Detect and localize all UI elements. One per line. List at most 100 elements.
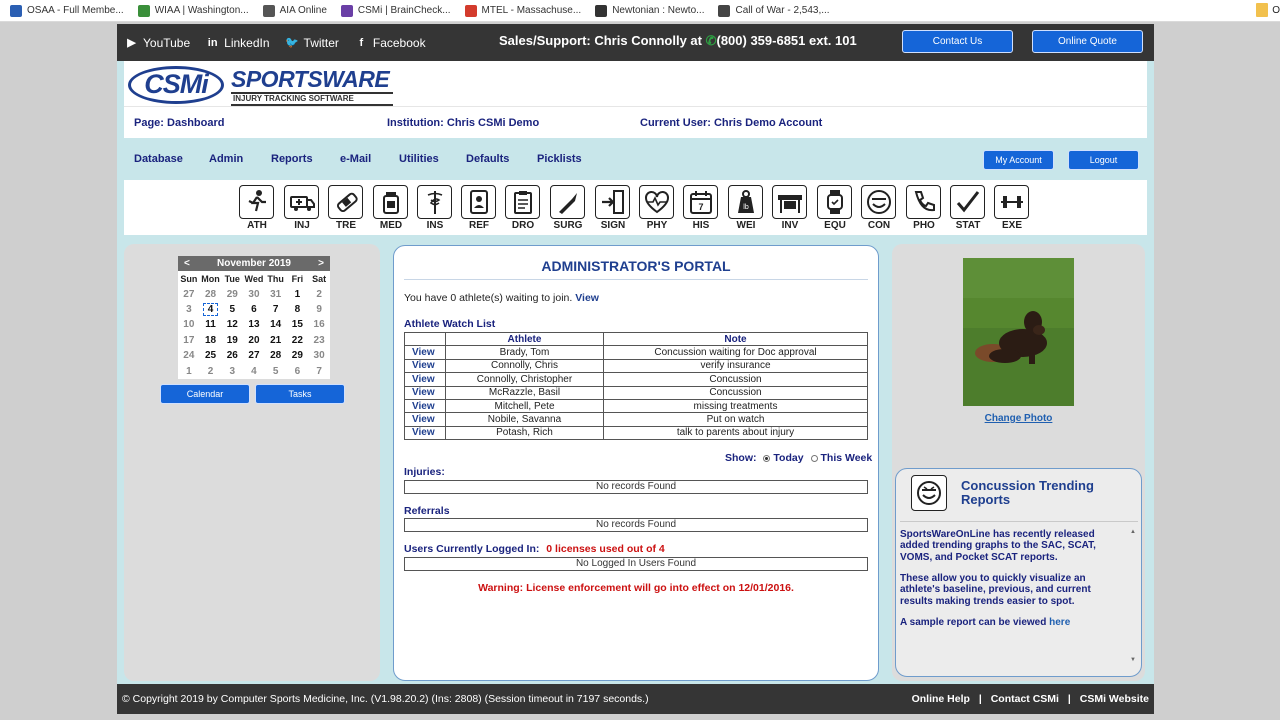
csmi-logo[interactable]: CSMi xyxy=(128,66,224,104)
view-link[interactable]: View xyxy=(404,372,446,387)
view-link[interactable]: View xyxy=(404,345,446,360)
calendar-day[interactable]: 14 xyxy=(265,317,287,332)
bookmark-item[interactable]: CSMi | BrainCheck... xyxy=(340,4,451,17)
calendar-day[interactable]: 5 xyxy=(221,302,243,317)
change-photo-link[interactable]: Change Photo xyxy=(963,413,1074,424)
nav-database[interactable]: Database xyxy=(134,153,183,165)
module-dro-button[interactable]: DRO xyxy=(505,185,541,231)
calendar-prev-button[interactable]: < xyxy=(184,258,190,269)
calendar-day[interactable]: 20 xyxy=(243,333,265,348)
this-week-radio[interactable] xyxy=(810,454,818,462)
trend-here-link[interactable]: here xyxy=(1049,617,1070,628)
module-wei-button[interactable]: lb WEI xyxy=(728,185,764,231)
calendar-day[interactable]: 24 xyxy=(178,348,200,363)
calendar-day[interactable]: 11 xyxy=(200,317,222,332)
calendar-day[interactable]: 6 xyxy=(243,302,265,317)
nav-reports[interactable]: Reports xyxy=(271,153,313,165)
calendar-button[interactable]: Calendar xyxy=(160,384,250,404)
module-equ-button[interactable]: EQU xyxy=(817,185,853,231)
my-account-button[interactable]: My Account xyxy=(983,150,1054,170)
calendar-day[interactable]: 21 xyxy=(265,333,287,348)
bookmark-item[interactable]: OSAA - Full Membe... xyxy=(10,4,124,17)
calendar-day[interactable]: 29 xyxy=(287,348,309,363)
nav-utilities[interactable]: Utilities xyxy=(399,153,439,165)
calendar-day-selected[interactable]: 4 xyxy=(200,302,222,317)
online-help-link[interactable]: Online Help xyxy=(912,693,970,705)
calendar-day[interactable]: 6 xyxy=(287,363,309,378)
social-link-facebook[interactable]: f Facebook xyxy=(355,36,426,50)
calendar-day[interactable]: 17 xyxy=(178,333,200,348)
module-surg-button[interactable]: SURG xyxy=(550,185,586,231)
nav-picklists[interactable]: Picklists xyxy=(537,153,582,165)
calendar-day[interactable]: 23 xyxy=(308,333,330,348)
calendar-day[interactable]: 18 xyxy=(200,333,222,348)
calendar-day[interactable]: 28 xyxy=(265,348,287,363)
calendar-day[interactable]: 7 xyxy=(308,363,330,378)
calendar-day[interactable]: 22 xyxy=(287,333,309,348)
calendar-day[interactable]: 25 xyxy=(200,348,222,363)
tasks-button[interactable]: Tasks xyxy=(255,384,345,404)
calendar-day[interactable]: 28 xyxy=(200,286,222,301)
module-inj-button[interactable]: INJ xyxy=(284,185,320,231)
bookmark-item[interactable]: WIAA | Washington... xyxy=(137,4,249,17)
view-link[interactable]: View xyxy=(404,358,446,374)
calendar-day[interactable]: 10 xyxy=(178,317,200,332)
social-link-twitter[interactable]: 🐦 Twitter xyxy=(285,36,339,50)
nav-defaults[interactable]: Defaults xyxy=(466,153,509,165)
calendar-day[interactable]: 5 xyxy=(265,363,287,378)
contact-csmi-link[interactable]: Contact CSMi xyxy=(991,693,1059,705)
other-bookmarks[interactable]: O xyxy=(1256,3,1280,17)
view-link[interactable]: View xyxy=(404,425,446,441)
today-label[interactable]: Today xyxy=(773,452,803,464)
module-ref-button[interactable]: REF xyxy=(461,185,497,231)
module-stat-button[interactable]: STAT xyxy=(950,185,986,231)
calendar-day[interactable]: 3 xyxy=(221,363,243,378)
calendar-day[interactable]: 13 xyxy=(243,317,265,332)
calendar-day[interactable]: 29 xyxy=(221,286,243,301)
logout-button[interactable]: Logout xyxy=(1068,150,1139,170)
module-exe-button[interactable]: EXE xyxy=(994,185,1030,231)
calendar-day[interactable]: 15 xyxy=(287,317,309,332)
view-link[interactable]: View xyxy=(404,385,446,400)
module-ins-button[interactable]: INS xyxy=(417,185,453,231)
nav-admin[interactable]: Admin xyxy=(209,153,243,165)
module-inv-button[interactable]: INV xyxy=(772,185,808,231)
calendar-day[interactable]: 7 xyxy=(265,302,287,317)
online-quote-button[interactable]: Online Quote xyxy=(1032,30,1143,53)
calendar-next-button[interactable]: > xyxy=(318,258,324,269)
calendar-day[interactable]: 27 xyxy=(243,348,265,363)
today-radio[interactable] xyxy=(763,454,771,462)
calendar-day[interactable]: 1 xyxy=(287,286,309,301)
calendar-day[interactable]: 9 xyxy=(308,302,330,317)
calendar-day[interactable]: 2 xyxy=(308,286,330,301)
bookmark-item[interactable]: Call of War - 2,543,... xyxy=(718,4,830,17)
calendar-day[interactable]: 30 xyxy=(308,348,330,363)
calendar-day[interactable]: 1 xyxy=(178,363,200,378)
bookmark-item[interactable]: Newtonian : Newto... xyxy=(595,4,704,17)
csmi-website-link[interactable]: CSMi Website xyxy=(1080,693,1149,705)
module-ath-button[interactable]: ATH xyxy=(239,185,275,231)
nav-email[interactable]: e-Mail xyxy=(340,153,371,165)
calendar-day[interactable]: 31 xyxy=(265,286,287,301)
waiting-view-link[interactable]: View xyxy=(575,292,599,304)
social-link-linkedin[interactable]: in LinkedIn xyxy=(206,36,270,50)
module-pho-button[interactable]: PHO xyxy=(906,185,942,231)
calendar-day[interactable]: 3 xyxy=(178,302,200,317)
calendar-day[interactable]: 19 xyxy=(221,333,243,348)
calendar-day[interactable]: 2 xyxy=(200,363,222,378)
view-link[interactable]: View xyxy=(404,412,446,427)
calendar-day[interactable]: 27 xyxy=(178,286,200,301)
module-con-button[interactable]: CON xyxy=(861,185,897,231)
bookmark-item[interactable]: MTEL - Massachuse... xyxy=(464,4,581,17)
calendar-day[interactable]: 26 xyxy=(221,348,243,363)
calendar-day[interactable]: 16 xyxy=(308,317,330,332)
contact-us-button[interactable]: Contact Us xyxy=(902,30,1013,53)
this-week-label[interactable]: This Week xyxy=(821,452,873,464)
module-sign-button[interactable]: SIGN xyxy=(595,185,631,231)
module-med-button[interactable]: MED xyxy=(373,185,409,231)
trend-scrollbar[interactable]: ▲ ▼ xyxy=(1129,529,1137,669)
module-tre-button[interactable]: TRE xyxy=(328,185,364,231)
bookmark-item[interactable]: AIA Online xyxy=(262,4,327,17)
calendar-day[interactable]: 8 xyxy=(287,302,309,317)
module-his-button[interactable]: 7 HIS xyxy=(683,185,719,231)
